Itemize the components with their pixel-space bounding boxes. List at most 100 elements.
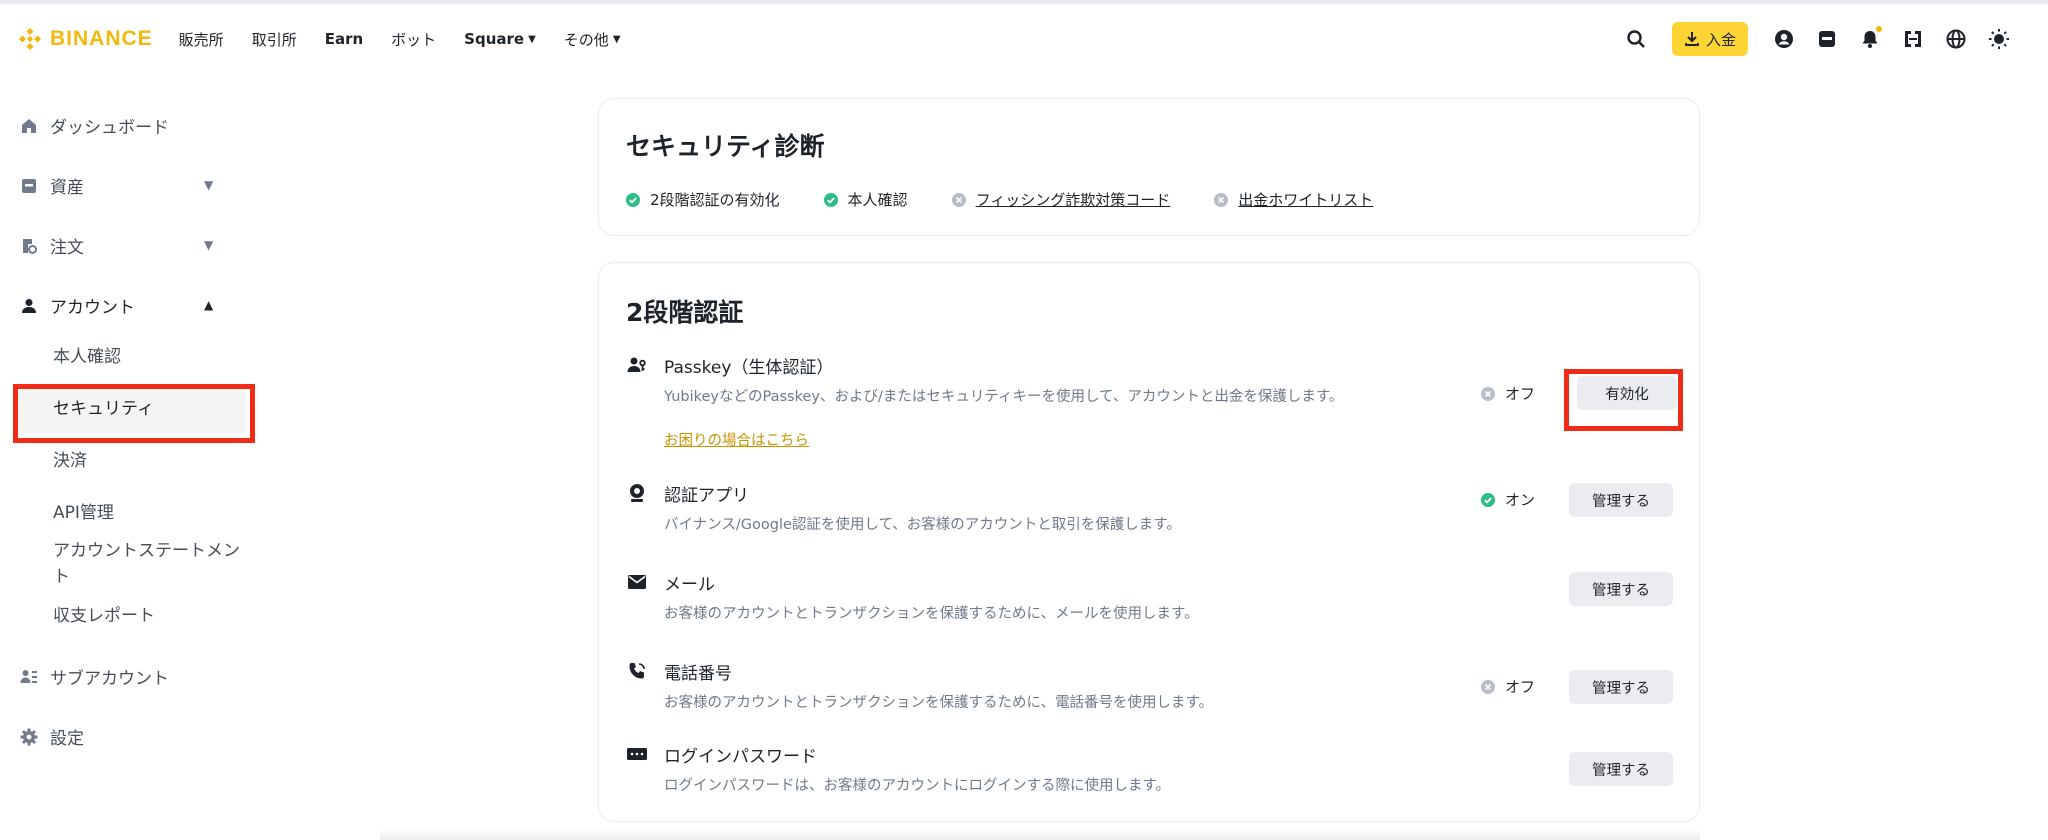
user-icon[interactable] (1762, 22, 1805, 56)
brand-name: BINANCE (50, 27, 153, 50)
diagnosis-label: 2段階認証の有効化 (650, 191, 780, 209)
nav-earn[interactable]: Earn (325, 30, 363, 48)
withdrawal-whitelist-link[interactable]: 出金ホワイトリスト (1238, 189, 1373, 210)
user-icon (22, 298, 36, 313)
status-text: オフ (1505, 678, 1536, 696)
check-circle-icon (823, 192, 838, 207)
row-description: ログインパスワードは、お客様のアカウントにログインする際に使用します。 (664, 778, 1171, 794)
help-link[interactable]: お困りの場合はこちら (664, 429, 809, 450)
sidebar-item-settings[interactable]: 設定 (20, 724, 84, 749)
x-circle-icon (1481, 386, 1495, 401)
chevron-down-icon: ▼ (528, 33, 536, 45)
sidebar-item-account[interactable]: アカウント (20, 293, 135, 318)
subaccount-icon (20, 669, 37, 683)
row-title: 電話番号 (664, 664, 732, 684)
row-title: 認証アプリ (664, 486, 749, 506)
manage-authenticator-button[interactable]: 管理する (1569, 483, 1673, 517)
row-description: お客様のアカウントとトランザクションを保護するために、メールを使用します。 (664, 606, 1199, 622)
notification-dot (1876, 26, 1882, 32)
chevron-down-icon: ▼ (612, 33, 621, 45)
sidebar-item-dashboard[interactable]: ダッシュボード (20, 113, 169, 138)
diagnosis-items: 2段階認証の有効化 本人確認 フィッシング詐欺対策コード 出金ホワイトリスト (626, 189, 1373, 210)
authenticator-icon (627, 483, 647, 503)
sidebar-subitem-payment[interactable]: 決済 (53, 448, 87, 474)
diagnosis-label: 本人確認 (847, 191, 908, 209)
top-navbar: BINANCE 販売所 取引所 Earn ボット Square ▼ その他 ▼ … (0, 4, 2048, 74)
nav-square[interactable]: Square ▼ (464, 30, 536, 48)
sidebar-item-label: サブアカウント (50, 669, 169, 689)
wallet-icon (22, 178, 36, 193)
row-description: お客様のアカウントとトランザクションを保護するために、電話番号を使用します。 (664, 695, 1214, 711)
diagnosis-item-whitelist: 出金ホワイトリスト (1214, 189, 1373, 210)
deposit-button[interactable]: 入金 (1671, 22, 1748, 56)
highlight-security-box (13, 384, 255, 443)
sidebar-item-label: 資産 (50, 178, 84, 198)
order-icon (23, 238, 37, 254)
qr-icon[interactable] (1891, 22, 1934, 56)
check-circle-icon (1481, 492, 1495, 507)
nav-sales[interactable]: 販売所 (179, 29, 224, 50)
status-badge: オフ (1481, 383, 1535, 404)
chevron-down-icon[interactable]: ▼ (204, 178, 213, 192)
x-circle-icon (1481, 679, 1495, 694)
nav-more-label: その他 (563, 30, 609, 49)
check-circle-icon (626, 192, 640, 207)
manage-email-button[interactable]: 管理する (1569, 572, 1673, 606)
phone-icon (627, 661, 647, 681)
manage-password-button[interactable]: 管理する (1569, 752, 1673, 786)
status-text: オン (1505, 491, 1536, 509)
row-title: ログインパスワード (664, 747, 817, 767)
nav-exchange[interactable]: 取引所 (252, 29, 297, 50)
sidebar-subitem-statement[interactable]: アカウントステートメント (53, 538, 253, 590)
globe-icon[interactable] (1934, 22, 1977, 56)
diagnosis-item-antiphishing: フィッシング詐欺対策コード (951, 189, 1171, 210)
sidebar-item-label: 注文 (50, 238, 84, 258)
antiphishing-link[interactable]: フィッシング詐欺対策コード (976, 189, 1171, 210)
status-badge: オン (1481, 489, 1535, 510)
diagnosis-item-2fa: 2段階認証の有効化 (626, 189, 780, 210)
nav-bot[interactable]: ボット (391, 29, 436, 50)
card-title: セキュリティ診断 (626, 132, 825, 161)
sidebar-item-orders[interactable]: 注文 (20, 233, 84, 258)
chevron-down-icon[interactable]: ▼ (204, 238, 213, 252)
binance-logo[interactable]: BINANCE (18, 27, 153, 51)
sidebar-item-subaccount[interactable]: サブアカウント (20, 664, 169, 689)
diagnosis-item-identity: 本人確認 (823, 189, 908, 210)
nav-square-label: Square (464, 30, 525, 48)
nav-more[interactable]: その他 ▼ (564, 29, 621, 50)
status-text: オフ (1505, 385, 1536, 403)
x-circle-icon (951, 192, 966, 207)
password-icon (627, 744, 647, 764)
sidebar-item-assets[interactable]: 資産 (20, 173, 84, 198)
manage-phone-button[interactable]: 管理する (1569, 670, 1673, 704)
row-description: YubikeyなどのPasskey、および/またはセキュリティキーを使用して、ア… (664, 389, 1344, 405)
sidebar-item-label: アカウント (50, 298, 135, 318)
passkey-icon (627, 355, 647, 375)
sidebar-subitem-identity[interactable]: 本人確認 (53, 344, 121, 370)
bottom-fade (380, 828, 1700, 840)
binance-logo-icon (18, 27, 42, 51)
bell-icon[interactable] (1848, 22, 1891, 56)
status-badge: オフ (1481, 676, 1535, 697)
search-icon[interactable] (1615, 22, 1658, 56)
home-icon (22, 118, 36, 133)
gear-icon (20, 728, 38, 745)
theme-icon[interactable] (1977, 22, 2020, 56)
sidebar-subitem-report[interactable]: 収支レポート (53, 603, 155, 629)
download-icon (1684, 32, 1699, 46)
highlight-enable-box (1564, 369, 1683, 431)
deposit-label: 入金 (1705, 30, 1736, 49)
sidebar-subitem-api[interactable]: API管理 (53, 500, 114, 526)
card-title: 2段階認証 (626, 298, 744, 327)
main-nav: 販売所 取引所 Earn ボット Square ▼ その他 ▼ (179, 29, 621, 50)
two-factor-card: 2段階認証 Passkey（生体認証） YubikeyなどのPasskey、およ… (598, 262, 1700, 822)
row-title: Passkey（生体認証） (664, 358, 834, 378)
sidebar-item-label: 設定 (50, 729, 84, 749)
sidebar-item-label: ダッシュボード (50, 118, 169, 138)
security-diagnosis-card: セキュリティ診断 2段階認証の有効化 本人確認 フィッシング詐欺対策コード 出金… (598, 98, 1700, 236)
row-description: バイナンス/Google認証を使用して、お客様のアカウントと取引を保護します。 (664, 517, 1181, 533)
mail-icon (627, 572, 647, 592)
x-circle-icon (1214, 192, 1229, 207)
wallet-icon[interactable] (1805, 22, 1848, 56)
chevron-up-icon[interactable]: ▲ (204, 298, 213, 312)
